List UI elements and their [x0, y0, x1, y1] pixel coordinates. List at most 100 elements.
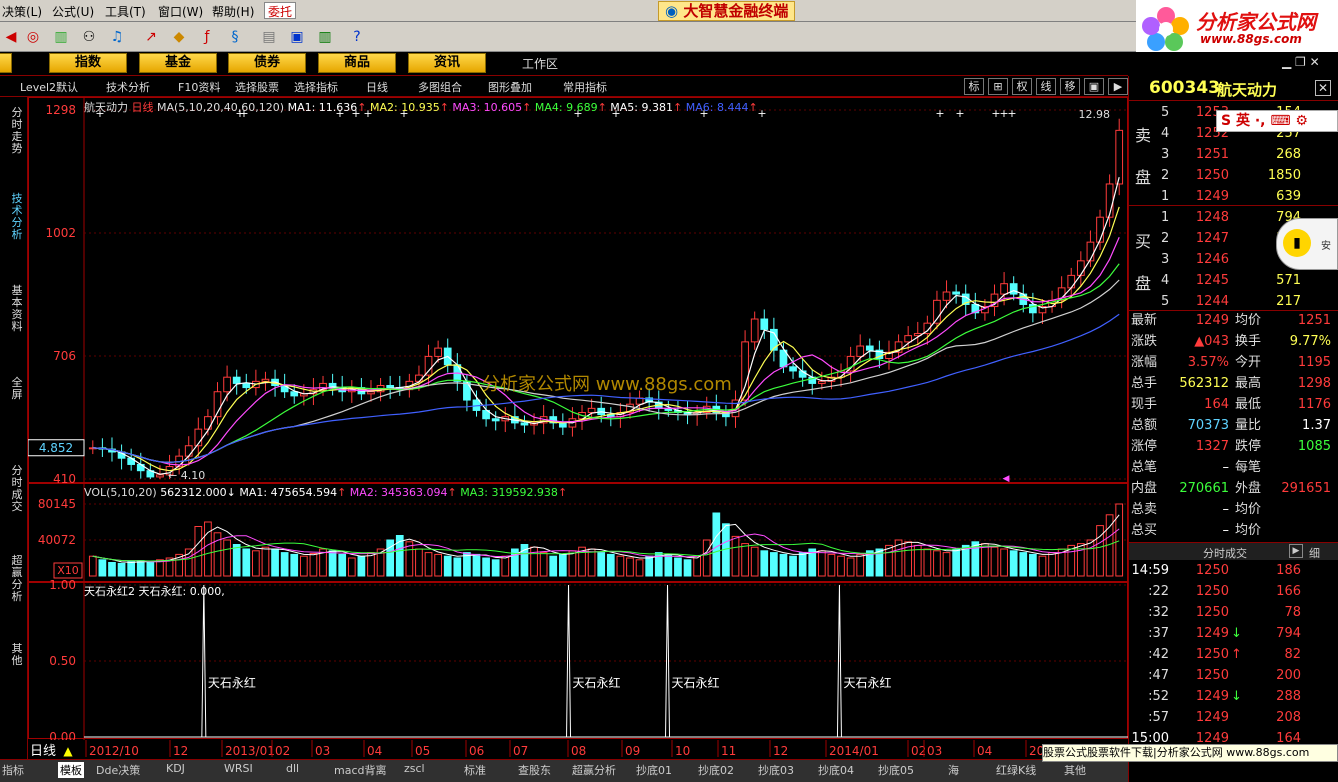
common-indicator-select[interactable]: 常用指标	[563, 79, 607, 95]
pane-frame	[28, 582, 1128, 739]
stat-value: 1327	[1195, 439, 1229, 454]
tab-14[interactable]: 抄底03	[758, 762, 794, 778]
nav-bond[interactable]: 债券	[228, 53, 306, 73]
back-icon[interactable]: ◀	[0, 26, 22, 48]
volume-bar	[1009, 550, 1018, 577]
window-icon[interactable]: ▣	[286, 26, 308, 48]
tab-1[interactable]: 指标	[2, 762, 24, 778]
tab-9[interactable]: 标准	[464, 762, 486, 778]
tab-3[interactable]: Dde决策	[96, 762, 140, 778]
ticks-play-icon[interactable]: ▶	[1289, 544, 1303, 558]
ma-value-5: MA5: 9.381	[606, 101, 674, 114]
volume-bar	[501, 555, 510, 577]
volume-bar	[626, 557, 634, 577]
line-button[interactable]: 线	[1036, 78, 1056, 95]
tab-12[interactable]: 抄底01	[636, 762, 672, 778]
nav-stock[interactable]: 股	[0, 53, 12, 73]
window-controls[interactable]: ▁ ❐ ✕	[1282, 55, 1320, 69]
overlay-button[interactable]: 图形叠加	[488, 79, 532, 95]
level2-select[interactable]: Level2默认	[20, 79, 78, 95]
volume-bar	[1029, 553, 1037, 577]
tab-13[interactable]: 抄底02	[698, 762, 734, 778]
diamond-icon[interactable]: ◆	[168, 26, 190, 48]
period-select[interactable]: 日线	[366, 79, 388, 95]
menu-window[interactable]: 窗口(W)	[158, 3, 203, 20]
tick-volume: 166	[1276, 584, 1301, 599]
volume-bar	[1000, 548, 1008, 577]
menu-formula[interactable]: 公式(U)	[52, 3, 94, 20]
nav-commodity[interactable]: 商品	[318, 53, 396, 73]
select-stock-button[interactable]: 选择股票	[235, 79, 279, 95]
tab-18[interactable]: 红绿K线	[996, 762, 1036, 778]
current-price-value: 4.852	[39, 441, 73, 455]
tab-11[interactable]: 超赢分析	[572, 762, 616, 778]
x-tick-label: 12	[173, 744, 188, 758]
sidebar-item-fullscreen[interactable]: 全屏	[10, 377, 24, 401]
tab-7[interactable]: macd背离	[334, 762, 387, 778]
f10-button[interactable]: F10资料	[178, 79, 220, 95]
app-logo-icon: ◉	[665, 2, 679, 20]
stat-label: 均价	[1235, 502, 1262, 517]
tab-15[interactable]: 抄底04	[818, 762, 854, 778]
menu-tools[interactable]: 工具(T)	[105, 3, 146, 20]
workspace-label[interactable]: 工作区	[522, 55, 558, 72]
indicator-label: 天石永红:	[138, 585, 187, 598]
kline-chart[interactable]: 天石永红 天石永红 天石永红 天石永红 129810027064104.85212.9…	[28, 97, 1128, 759]
tab-19[interactable]: 其他	[1064, 762, 1086, 778]
menu-decision[interactable]: 决策(L)	[2, 3, 42, 20]
candle-body	[558, 422, 567, 428]
bid-level: 4	[1161, 273, 1170, 288]
volume-bar	[990, 546, 999, 577]
frame-icon[interactable]: ▣	[1084, 78, 1104, 95]
close-icon[interactable]: ✕	[1315, 80, 1331, 96]
sidebar-item-tech[interactable]: 技术分析	[10, 193, 24, 241]
tab-8[interactable]: zscl	[404, 762, 425, 775]
help-icon[interactable]: ?	[346, 26, 368, 48]
sidebar-item-other[interactable]: 其他	[10, 643, 24, 667]
chart-up-icon[interactable]: ↗	[140, 26, 162, 48]
tab-16[interactable]: 抄底05	[878, 762, 914, 778]
volume-bar	[549, 555, 558, 577]
tab-5[interactable]: WRSI	[224, 762, 253, 775]
volume-bar	[616, 555, 625, 577]
price-tick-label: 410	[53, 472, 76, 486]
tab-10[interactable]: 查股东	[518, 762, 551, 778]
sidebar-item-super[interactable]: 超赢分析	[10, 555, 24, 603]
tab-17[interactable]: 海	[948, 762, 959, 778]
entrust-button[interactable]: 委托	[264, 2, 296, 19]
play-icon[interactable]: ▶	[1108, 78, 1128, 95]
bars-icon[interactable]: ▥	[50, 26, 72, 48]
books-icon[interactable]: ▥	[314, 26, 336, 48]
glasses-icon[interactable]: ◎	[22, 26, 44, 48]
sidebar-item-basic[interactable]: 基本资料	[10, 285, 24, 333]
nav-index[interactable]: 指数	[49, 53, 127, 73]
tech-analysis-select[interactable]: 技术分析	[106, 79, 150, 95]
tick-row: :32 1250 78	[1129, 603, 1338, 624]
menu-help[interactable]: 帮助(H)	[212, 3, 254, 20]
bell-icon[interactable]: ♫	[106, 26, 128, 48]
sidebar-item-ticks[interactable]: 分时成交	[10, 465, 24, 513]
tab-2[interactable]: 模板	[58, 762, 84, 778]
circle-s-icon[interactable]: §	[224, 26, 246, 48]
download-tooltip[interactable]: 股票公式股票软件下载|分析家公式网 www.88gs.com	[1042, 744, 1338, 762]
rights-button[interactable]: 权	[1012, 78, 1032, 95]
ime-toolbar[interactable]: S 英 ·, ⌨ ⚙	[1216, 110, 1338, 132]
stat-row: 现手 164 最低 1176	[1129, 395, 1338, 416]
select-indicator-button[interactable]: 选择指标	[294, 79, 338, 95]
tab-4[interactable]: KDJ	[166, 762, 185, 775]
move-button[interactable]: 移	[1060, 78, 1080, 95]
print-icon[interactable]: ▤	[258, 26, 280, 48]
binoculars-icon[interactable]: ⚇	[78, 26, 100, 48]
battery-widget[interactable]: ▮ 安	[1276, 218, 1338, 270]
multi-chart-select[interactable]: 多图组合	[418, 79, 462, 95]
ticks-detail-button[interactable]: 细	[1309, 545, 1320, 561]
tab-6[interactable]: dll	[286, 762, 299, 775]
sidebar-item-timeshare[interactable]: 分时走势	[10, 107, 24, 155]
mark-button[interactable]: 标	[964, 78, 984, 95]
crosshair-icon[interactable]: ⊞	[988, 78, 1008, 95]
circle-f-icon[interactable]: ƒ	[196, 26, 218, 48]
volume-bar	[741, 543, 749, 577]
nav-news[interactable]: 资讯	[408, 53, 486, 73]
nav-fund[interactable]: 基金	[139, 53, 217, 73]
x-tick-label: 09	[625, 744, 640, 758]
